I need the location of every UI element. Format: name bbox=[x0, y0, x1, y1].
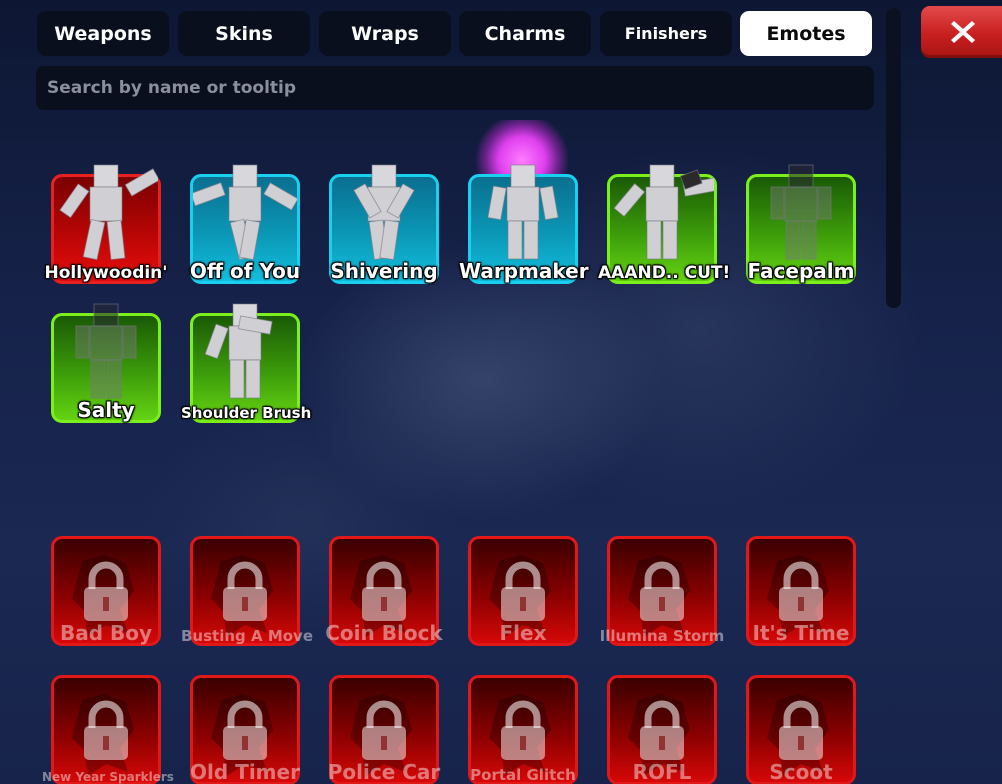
emote-name: Shoulder Brush bbox=[181, 404, 312, 422]
locked-emote-card[interactable]: Coin Block bbox=[325, 536, 443, 646]
emote-card[interactable]: AAAND.. CUT! bbox=[598, 164, 730, 284]
locked-emote-card[interactable]: Police Car bbox=[328, 675, 440, 784]
emote-card[interactable]: Shivering bbox=[329, 164, 439, 284]
emote-figure-icon bbox=[59, 164, 158, 261]
emote-card[interactable]: Shoulder Brush bbox=[181, 303, 311, 423]
emote-name: It's Time bbox=[752, 621, 850, 645]
emote-name: Off of You bbox=[189, 259, 301, 283]
emote-name: Old Timer bbox=[190, 760, 300, 784]
emotes-inventory-screen: Weapons Skins Wraps Charms Finishers Emo… bbox=[0, 0, 1002, 784]
emote-name: Police Car bbox=[327, 760, 441, 784]
emote-grid: Hollywoodin' Off of You Shivering Warpmaker… bbox=[0, 0, 1002, 784]
emote-card[interactable]: Off of You bbox=[190, 164, 300, 284]
locked-emote-card[interactable]: Portal Glitch bbox=[468, 675, 578, 784]
emote-card[interactable]: Facepalm bbox=[746, 164, 856, 284]
emote-figure-icon bbox=[204, 303, 273, 399]
locked-emote-card[interactable]: It's Time bbox=[746, 536, 856, 646]
emote-card[interactable]: Hollywoodin' bbox=[44, 164, 168, 284]
emote-card[interactable]: Warpmaker bbox=[459, 164, 589, 284]
emote-figure-icon bbox=[613, 164, 714, 260]
locked-emote-card[interactable]: Busting A Move bbox=[181, 536, 313, 646]
emote-name: Coin Block bbox=[325, 621, 443, 645]
emote-name: Bad Boy bbox=[59, 621, 153, 645]
locked-emote-card[interactable]: Bad Boy bbox=[51, 536, 161, 646]
locked-emote-card[interactable]: ROFL bbox=[607, 675, 717, 784]
emote-name: ROFL bbox=[632, 760, 692, 784]
locked-emote-card[interactable]: Old Timer bbox=[190, 675, 300, 784]
emote-name: Flex bbox=[499, 621, 547, 645]
emote-name: Shivering bbox=[330, 259, 438, 283]
locked-emote-card[interactable]: Illumina Storm bbox=[600, 536, 724, 646]
emote-name: Illumina Storm bbox=[599, 627, 725, 645]
lock-icon bbox=[72, 694, 134, 776]
locked-emote-card[interactable]: Flex bbox=[468, 536, 578, 646]
locked-emote-card[interactable]: Scoot bbox=[746, 675, 856, 784]
locked-emote-card[interactable]: New Year Sparklers bbox=[42, 675, 174, 784]
emote-name: Portal Glitch bbox=[470, 766, 576, 784]
emote-name: Hollywoodin' bbox=[44, 263, 168, 283]
emote-name: Busting A Move bbox=[181, 627, 314, 645]
emote-name: Facepalm bbox=[747, 259, 855, 283]
emote-name: Salty bbox=[77, 398, 135, 422]
emote-name: Warpmaker bbox=[459, 259, 589, 283]
emote-name: Scoot bbox=[769, 760, 833, 784]
emote-card[interactable]: Salty bbox=[51, 303, 161, 423]
emote-name: New Year Sparklers bbox=[42, 770, 174, 784]
emote-name: AAAND.. CUT! bbox=[598, 263, 731, 283]
